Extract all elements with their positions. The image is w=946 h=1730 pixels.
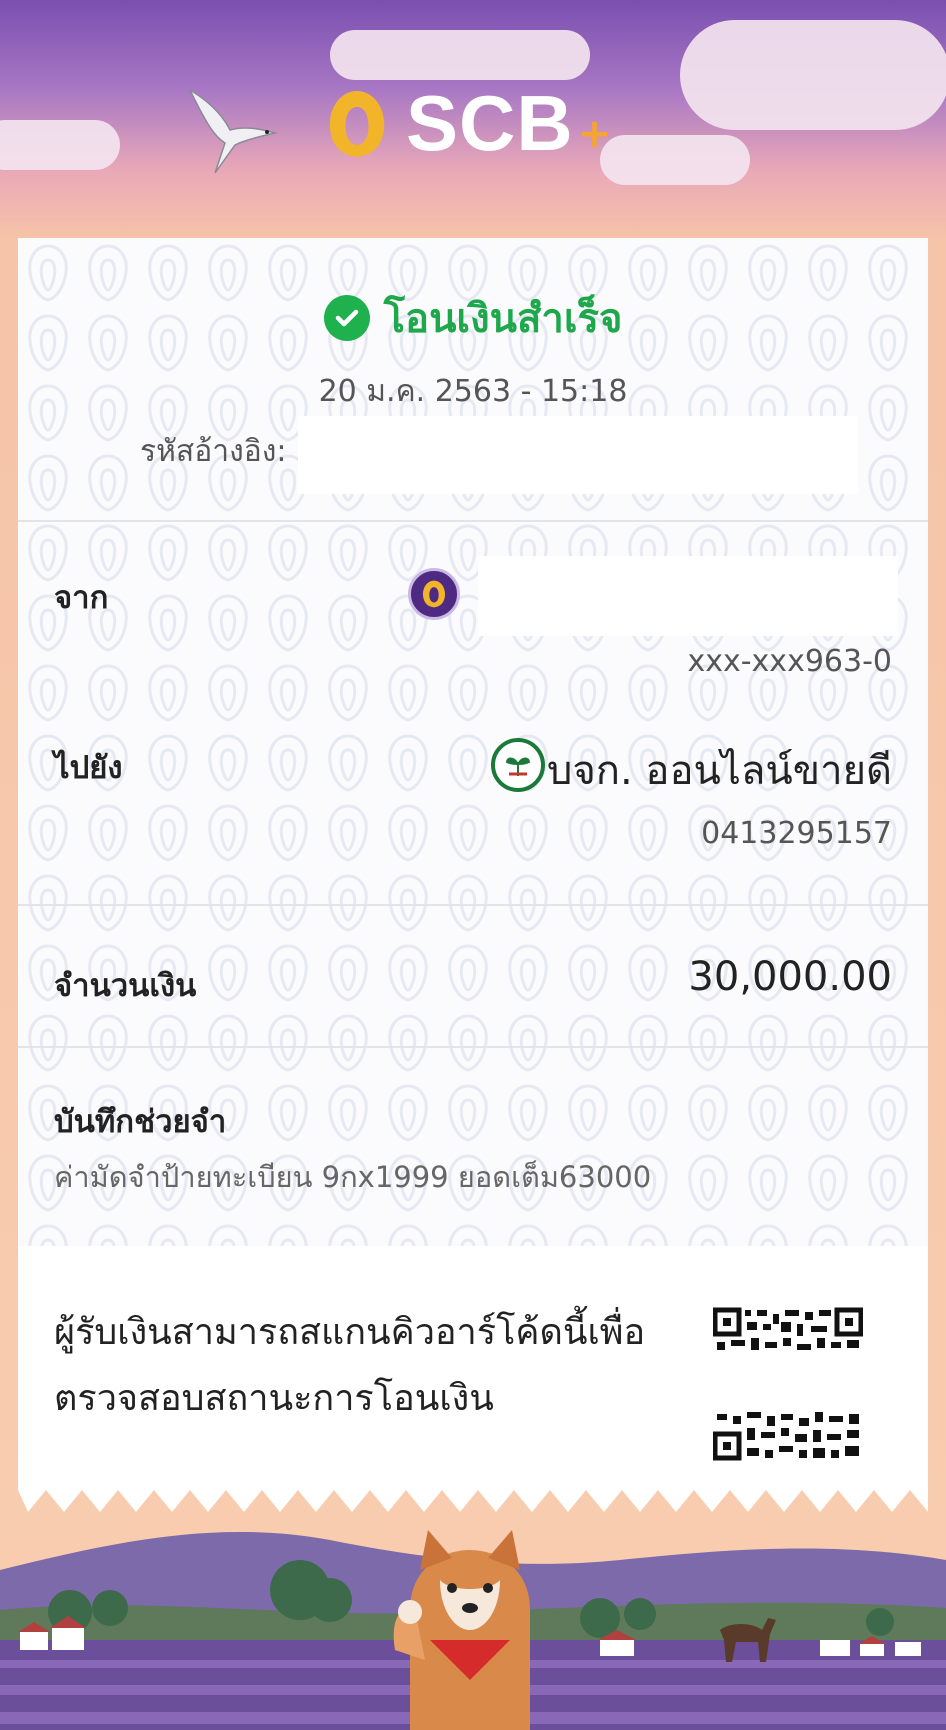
- brand-name: SCB: [406, 79, 574, 167]
- scb-bank-icon: [408, 568, 460, 620]
- from-label: จาก: [54, 580, 109, 616]
- bottom-scenery-illustration: [0, 1530, 946, 1730]
- scb-logo: SCB +: [320, 78, 611, 169]
- header: SCB +: [0, 0, 946, 240]
- memo-text: ค่ามัดจำป้ายทะเบียน 9กx1999 ยอดเต็ม63000: [54, 1160, 652, 1194]
- cloud: [0, 120, 120, 170]
- reference-label: รหัสอ้างอิง:: [140, 434, 287, 469]
- divider: [18, 1046, 928, 1048]
- status-row: โอนเงินสำเร็จ: [18, 286, 928, 350]
- reference-redacted: [298, 416, 858, 494]
- memo-label: บันทึกช่วยจำ: [54, 1104, 227, 1140]
- qr-instruction-line1: ผู้รับเงินสามารถสแกนคิวอาร์โค้ดนี้เพื่อ: [54, 1312, 646, 1353]
- scb-logo-icon: [329, 90, 385, 157]
- amount-value: 30,000.00: [688, 954, 892, 1000]
- cloud: [680, 20, 946, 130]
- from-account: xxx-xxx963-0: [687, 644, 892, 679]
- cloud: [600, 135, 750, 185]
- bird-illustration: [188, 88, 278, 174]
- qr-instruction: ผู้รับเงินสามารถสแกนคิวอาร์โค้ดนี้เพื่อ …: [54, 1300, 674, 1432]
- divider: [18, 520, 928, 522]
- transaction-datetime: 20 ม.ค. 2563 - 15:18: [318, 374, 628, 409]
- qr-instruction-line2: ตรวจสอบสถานะการโอนเงิน: [54, 1378, 494, 1419]
- divider: [18, 904, 928, 906]
- cloud: [330, 30, 590, 80]
- brand-plus: +: [577, 110, 612, 157]
- amount-label: จำนวนเงิน: [54, 968, 197, 1004]
- success-check-icon: [323, 295, 370, 341]
- to-label: ไปยัง: [54, 750, 123, 786]
- receipt-card: โอนเงินสำเร็จ 20 ม.ค. 2563 - 15:18 รหัสอ…: [18, 238, 928, 1488]
- to-account: 0413295157: [701, 816, 892, 851]
- from-name-redacted: [478, 556, 898, 636]
- kbank-bank-icon: [491, 738, 545, 792]
- to-name: บจก. ออนไลน์ขายดี: [546, 748, 892, 794]
- status-text: โอนเงินสำเร็จ: [383, 296, 623, 342]
- qr-code-icon[interactable]: [713, 1410, 863, 1462]
- qr-code-icon[interactable]: [713, 1306, 863, 1358]
